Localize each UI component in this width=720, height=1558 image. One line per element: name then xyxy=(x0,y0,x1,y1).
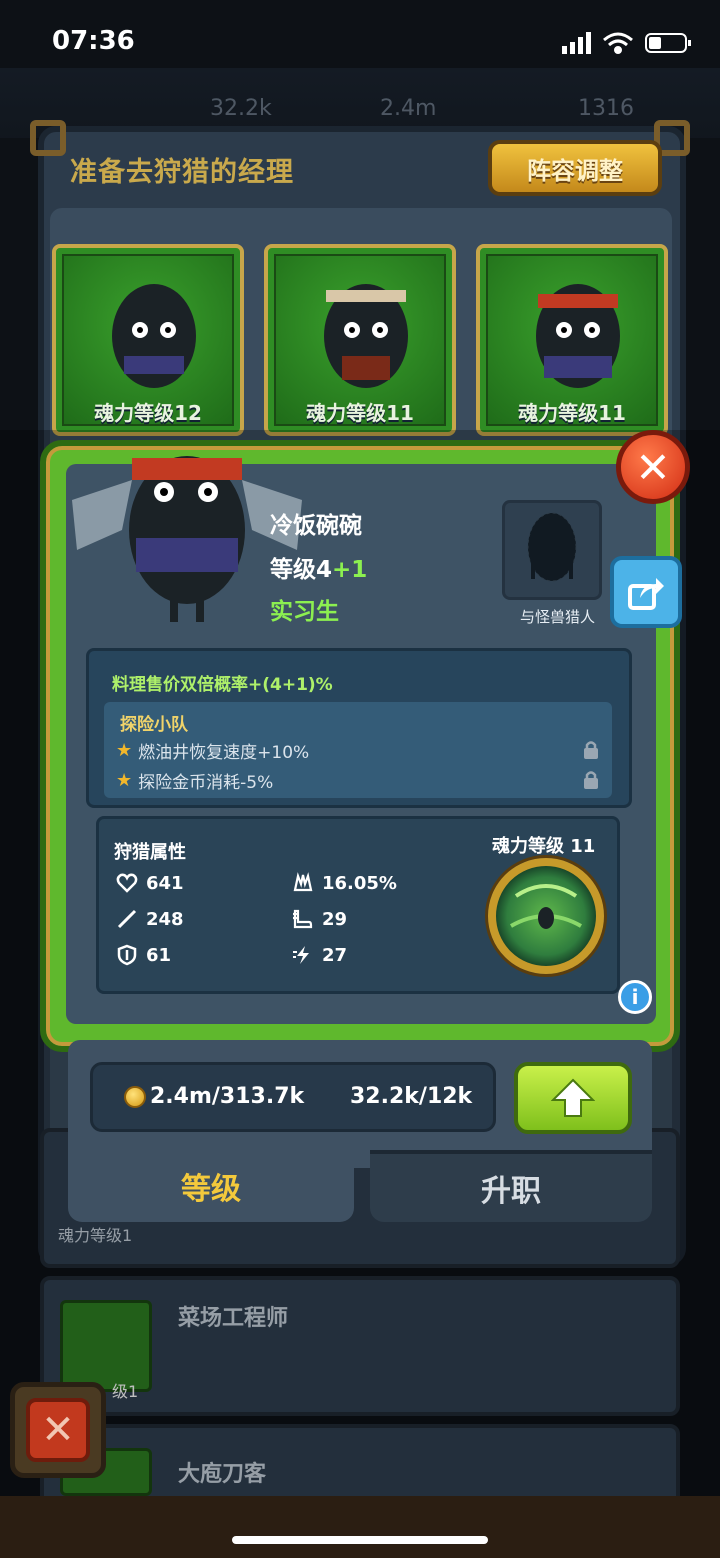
attr-crit: 16.05% xyxy=(292,872,397,894)
soul-level-label: 魂力等级 11 xyxy=(492,836,596,857)
main-skill-text: 料理售价双倍概率+(4+1)% xyxy=(112,675,333,695)
squad-bonus-line: ★ 探险金币消耗-5% xyxy=(116,768,273,793)
team-card[interactable]: 魂力等级11 xyxy=(264,244,456,436)
attr-crit-value: 16.05% xyxy=(322,872,397,894)
wifi-icon xyxy=(603,32,633,54)
hunter-avatar-icon xyxy=(112,284,196,388)
card-soul-level: 魂力等级11 xyxy=(518,401,626,425)
soul-emblem[interactable] xyxy=(488,858,604,974)
squad-bonus-text: 燃油井恢复速度+10% xyxy=(138,743,310,763)
gold-cost-value: 2.4m/313.7k xyxy=(150,1084,305,1109)
shield-icon xyxy=(117,944,137,966)
hud-soul-value: 32.2k xyxy=(210,96,272,121)
attr-energy: 27 xyxy=(292,944,347,966)
hunter-rank: 实习生 xyxy=(270,599,339,625)
attr-health: 641 xyxy=(116,872,184,894)
upgrade-button[interactable] xyxy=(514,1062,632,1134)
tab-promote[interactable]: 升职 xyxy=(370,1150,652,1222)
attr-defense-value: 61 xyxy=(146,944,172,966)
info-button[interactable]: i xyxy=(618,980,652,1014)
star-icon: ★ xyxy=(116,740,133,761)
hud-gem-value: 1316 xyxy=(578,96,634,121)
attr-attack-value: 248 xyxy=(146,908,184,930)
lock-icon xyxy=(584,741,598,759)
popup-close-button[interactable]: ✕ xyxy=(616,430,690,504)
sword-icon xyxy=(117,909,137,929)
hud-gold-value: 2.4m xyxy=(380,96,437,121)
partner-label: 与怪兽猎人 xyxy=(520,608,596,626)
attr-attack: 248 xyxy=(116,908,184,930)
share-icon xyxy=(628,578,664,610)
partner-silhouette-icon xyxy=(527,512,577,582)
attr-defense: 61 xyxy=(116,944,171,966)
heart-icon xyxy=(116,873,138,893)
home-indicator[interactable] xyxy=(232,1536,488,1544)
status-icons xyxy=(562,32,691,54)
boot-icon xyxy=(293,909,313,929)
attr-energy-value: 27 xyxy=(322,944,348,966)
attr-speed-value: 29 xyxy=(322,908,348,930)
arrow-up-icon xyxy=(551,1078,595,1117)
team-card[interactable]: 魂力等级11 xyxy=(476,244,668,436)
status-time: 07:36 xyxy=(52,26,135,56)
hunter-level-bonus: +1 xyxy=(332,557,368,583)
hunter-level-value: 等级4 xyxy=(270,557,333,583)
panel-title: 准备去狩猎的经理 xyxy=(70,157,294,188)
share-button[interactable] xyxy=(610,556,682,628)
signal-icon xyxy=(562,32,591,54)
soul-vortex-icon xyxy=(510,884,582,929)
lightning-icon xyxy=(293,946,309,964)
tab-level[interactable]: 等级 xyxy=(68,1150,354,1222)
frame-rivet xyxy=(30,120,66,156)
attr-speed: 29 xyxy=(292,908,347,930)
attributes-title: 狩猎属性 xyxy=(114,842,186,863)
hunter-avatar-icon xyxy=(536,284,620,388)
lock-icon xyxy=(584,771,598,789)
crit-icon xyxy=(293,872,313,892)
attr-health-value: 641 xyxy=(146,872,184,894)
close-panel-button[interactable]: ✕ xyxy=(10,1382,106,1478)
battery-icon xyxy=(645,33,691,53)
lineup-adjust-button[interactable]: 阵容调整 xyxy=(488,140,662,196)
info-icon: i xyxy=(631,985,639,1009)
hunter-level: 等级4+1 xyxy=(270,550,367,584)
ground-strip xyxy=(0,1496,720,1558)
star-icon: ★ xyxy=(116,770,133,791)
coin-icon xyxy=(124,1085,146,1108)
hunter-avatar-icon xyxy=(324,284,408,388)
partner-slot[interactable] xyxy=(502,500,602,600)
close-icon: ✕ xyxy=(26,1398,90,1462)
hunter-name: 冷饭碗碗 xyxy=(270,513,362,539)
close-icon: ✕ xyxy=(635,442,671,492)
squad-bonus-text: 探险金币消耗-5% xyxy=(138,773,274,793)
gold-cost: 2.4m/313.7k xyxy=(124,1084,304,1109)
team-card[interactable]: 魂力等级12 xyxy=(52,244,244,436)
squad-bonus-line: ★ 燃油井恢复速度+10% xyxy=(116,738,309,763)
squad-title: 探险小队 xyxy=(120,715,188,735)
soul-cost: 32.2k/12k xyxy=(350,1084,473,1109)
